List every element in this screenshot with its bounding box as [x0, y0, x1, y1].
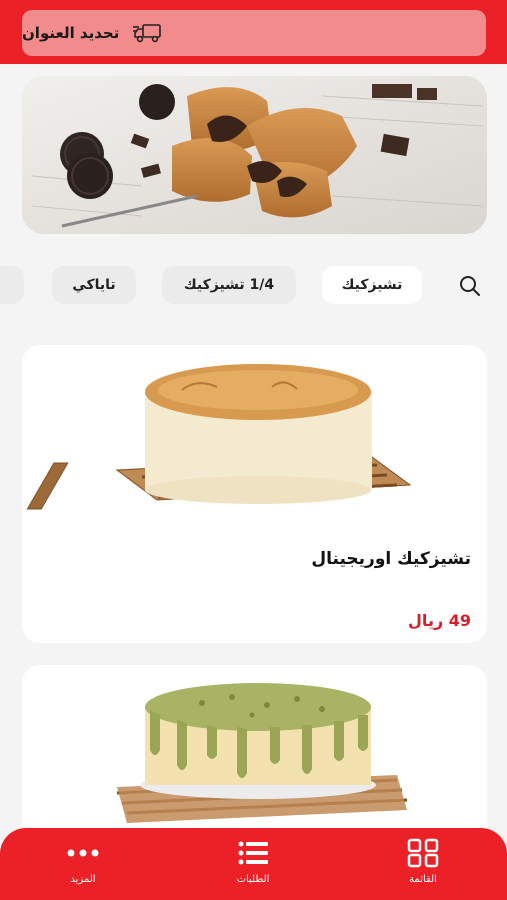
category-chip-taiyaki[interactable]: تاياكي: [52, 266, 136, 304]
product-card[interactable]: تشيزكيك اوريجينال 49 ريال: [22, 345, 487, 643]
nav-item-more[interactable]: المزيد: [43, 838, 123, 896]
bottom-navigation: المزيد الطلبات القائمة: [0, 828, 507, 900]
more-dots-icon: [66, 838, 100, 868]
top-bar: تحديد العنوان: [0, 0, 507, 64]
list-icon: [236, 838, 270, 868]
category-chip-label: تشيزكيك: [341, 277, 403, 293]
nav-item-label: المزيد: [70, 874, 96, 885]
nav-item-orders[interactable]: الطلبات: [213, 838, 293, 896]
nav-item-label: الطلبات: [236, 874, 270, 885]
search-button[interactable]: [456, 272, 484, 300]
address-label: تحديد العنوان: [22, 24, 120, 42]
grid-icon: [406, 838, 440, 868]
search-icon: [460, 276, 480, 296]
category-chip-label: 1/4 تشيزكيك: [183, 277, 275, 293]
category-chip-label: تاياكي: [72, 277, 116, 293]
category-chip-cheesecake[interactable]: تشيزكيك: [322, 266, 422, 304]
set-address-button[interactable]: تحديد العنوان: [22, 10, 486, 56]
product-name: تشيزكيك اوريجينال: [311, 549, 471, 569]
category-bar: تشيزكيك 1/4 تشيزكيك تاياكي: [0, 264, 507, 308]
product-price: 49 ريال: [408, 611, 471, 630]
nav-item-label: القائمة: [409, 874, 437, 885]
category-chip-partial[interactable]: [0, 266, 24, 304]
delivery-truck-icon: [133, 22, 163, 44]
promo-banner[interactable]: [22, 76, 487, 234]
nav-item-menu[interactable]: القائمة: [383, 838, 463, 896]
category-chip-quarter-cheesecake[interactable]: 1/4 تشيزكيك: [162, 266, 296, 304]
product-image: [26, 364, 412, 510]
